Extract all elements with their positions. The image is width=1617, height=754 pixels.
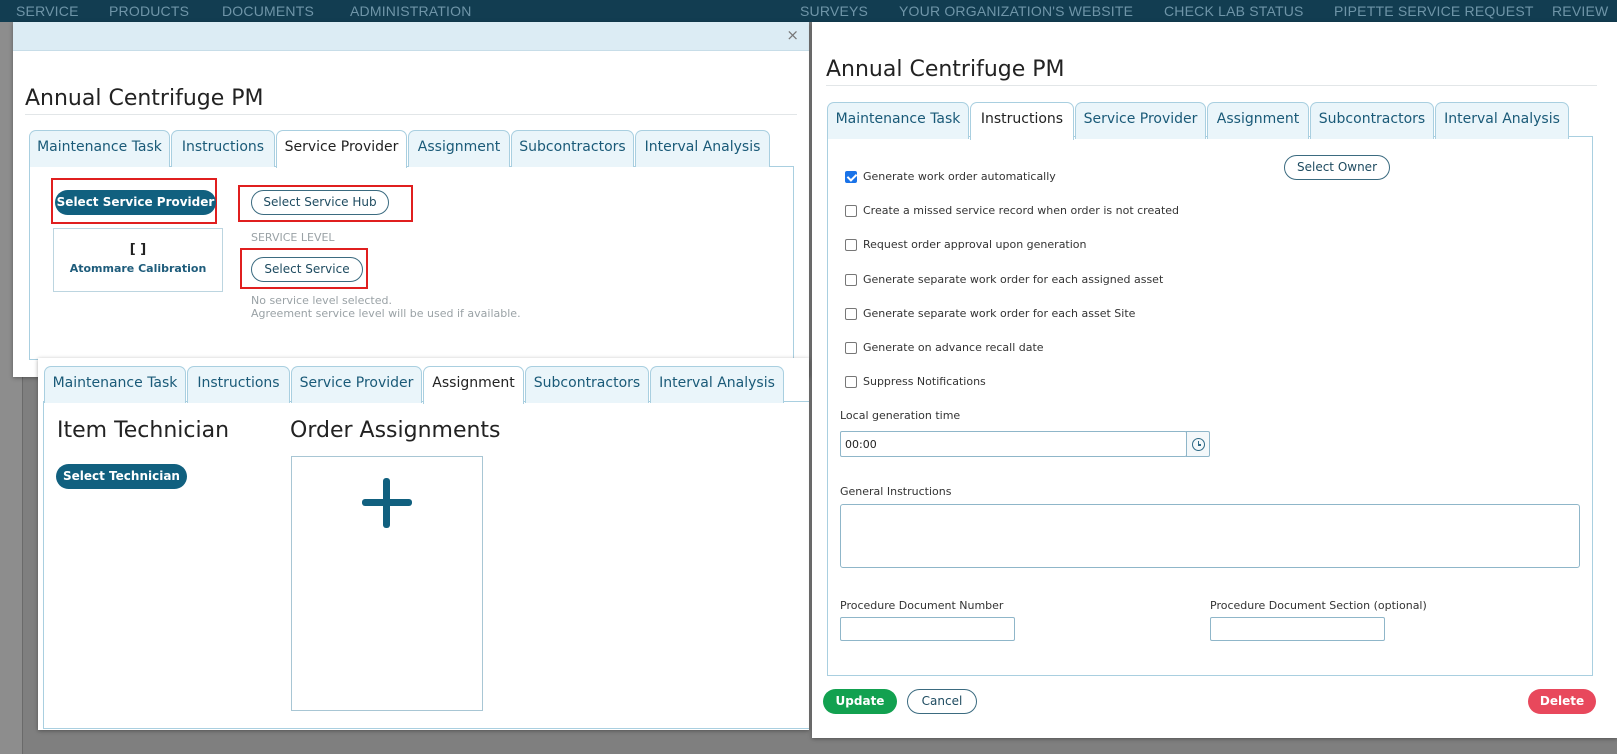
update-button[interactable]: Update	[823, 689, 897, 714]
nav-administration[interactable]: ADMINISTRATION	[350, 3, 472, 19]
checkbox-label: Create a missed service record when orde…	[863, 204, 1180, 217]
nav-review[interactable]: REVIEW	[1552, 3, 1608, 19]
tab-interval-analysis[interactable]: Interval Analysis	[1435, 102, 1569, 139]
clock-icon	[1192, 438, 1205, 451]
general-instructions-label: General Instructions	[840, 485, 952, 498]
dialog-titlebar: ×	[13, 22, 809, 51]
local-time-input[interactable]	[840, 431, 1187, 457]
checkbox-label: Suppress Notifications	[863, 375, 986, 388]
checkbox[interactable]	[845, 171, 857, 183]
select-owner-button[interactable]: Select Owner	[1284, 155, 1390, 180]
plus-icon[interactable]	[362, 478, 412, 528]
tab-instructions[interactable]: Instructions	[171, 130, 275, 167]
checkbox-label: Request order approval upon generation	[863, 238, 1087, 251]
tab-service-provider[interactable]: Service Provider	[291, 366, 422, 403]
agreement-service-level-text: Agreement service level will be used if …	[251, 307, 521, 320]
tab-maintenance-task[interactable]: Maintenance Task	[827, 102, 969, 139]
nav-products[interactable]: PRODUCTS	[109, 3, 189, 19]
dialog-title: Annual Centrifuge PM	[826, 57, 1065, 82]
provider-name: Atommare Calibration	[69, 262, 207, 275]
tab-assignment[interactable]: Assignment	[423, 366, 524, 404]
nav-surveys[interactable]: SURVEYS	[800, 3, 868, 19]
checkbox-label: Generate separate work order for each as…	[863, 273, 1164, 286]
nav-service[interactable]: SERVICE	[16, 3, 79, 19]
order-assignments-heading: Order Assignments	[290, 418, 501, 443]
tab-subcontractors[interactable]: Subcontractors	[511, 130, 634, 167]
nav-pipette-service-request[interactable]: PIPETTE SERVICE REQUEST	[1334, 3, 1534, 19]
general-instructions-textarea[interactable]	[840, 504, 1580, 568]
time-picker-button[interactable]	[1186, 431, 1210, 457]
dialog-title: Annual Centrifuge PM	[25, 86, 264, 111]
local-time-label: Local generation time	[840, 409, 961, 422]
checkbox[interactable]	[845, 308, 857, 320]
doc-section-label: Procedure Document Section (optional)	[1210, 599, 1427, 612]
checkbox-label: Generate separate work order for each as…	[863, 307, 1136, 320]
select-technician-button[interactable]: Select Technician	[56, 464, 187, 489]
tab-subcontractors[interactable]: Subcontractors	[525, 366, 649, 403]
checkbox[interactable]	[845, 376, 857, 388]
select-service-button[interactable]: Select Service	[251, 257, 363, 282]
delete-button[interactable]: Delete	[1528, 689, 1596, 714]
tab-assignment[interactable]: Assignment	[1207, 102, 1309, 139]
tab-instructions[interactable]: Instructions	[187, 366, 290, 403]
select-service-provider-button[interactable]: Select Service Provider	[55, 190, 216, 215]
tab-instructions[interactable]: Instructions	[970, 102, 1074, 140]
service-level-label: SERVICE LEVEL	[251, 231, 335, 244]
title-divider	[25, 114, 797, 115]
doc-number-input[interactable]	[840, 617, 1015, 641]
tab-assignment[interactable]: Assignment	[408, 130, 510, 167]
doc-section-input[interactable]	[1210, 617, 1385, 641]
tab-interval-analysis[interactable]: Interval Analysis	[650, 366, 784, 403]
checkbox-label: Generate on advance recall date	[863, 341, 1044, 354]
provider-brackets: [ ]	[129, 242, 147, 257]
checkbox-label: Generate work order automatically	[863, 170, 1056, 183]
select-service-hub-button[interactable]: Select Service Hub	[251, 190, 389, 215]
doc-number-label: Procedure Document Number	[840, 599, 1004, 612]
nav-check-lab-status[interactable]: CHECK LAB STATUS	[1164, 3, 1304, 19]
checkbox[interactable]	[845, 274, 857, 286]
checkbox[interactable]	[845, 342, 857, 354]
provider-card[interactable]: [ ] Atommare Calibration	[53, 228, 223, 292]
cancel-button[interactable]: Cancel	[907, 689, 977, 714]
close-icon[interactable]: ×	[786, 27, 799, 43]
tab-maintenance-task[interactable]: Maintenance Task	[44, 366, 186, 403]
checkbox[interactable]	[845, 205, 857, 217]
tab-interval-analysis[interactable]: Interval Analysis	[635, 130, 770, 167]
tab-service-provider[interactable]: Service Provider	[276, 130, 407, 168]
no-service-level-text: No service level selected.	[251, 294, 392, 307]
checkbox[interactable]	[845, 239, 857, 251]
tab-subcontractors[interactable]: Subcontractors	[1310, 102, 1434, 139]
tab-service-provider[interactable]: Service Provider	[1075, 102, 1206, 139]
nav-documents[interactable]: DOCUMENTS	[222, 3, 314, 19]
item-technician-heading: Item Technician	[57, 418, 230, 443]
title-divider	[826, 85, 1597, 86]
tab-maintenance-task[interactable]: Maintenance Task	[29, 130, 170, 167]
nav-org-website[interactable]: YOUR ORGANIZATION'S WEBSITE	[899, 3, 1133, 19]
top-nav: SERVICE PRODUCTS DOCUMENTS ADMINISTRATIO…	[0, 0, 1617, 22]
